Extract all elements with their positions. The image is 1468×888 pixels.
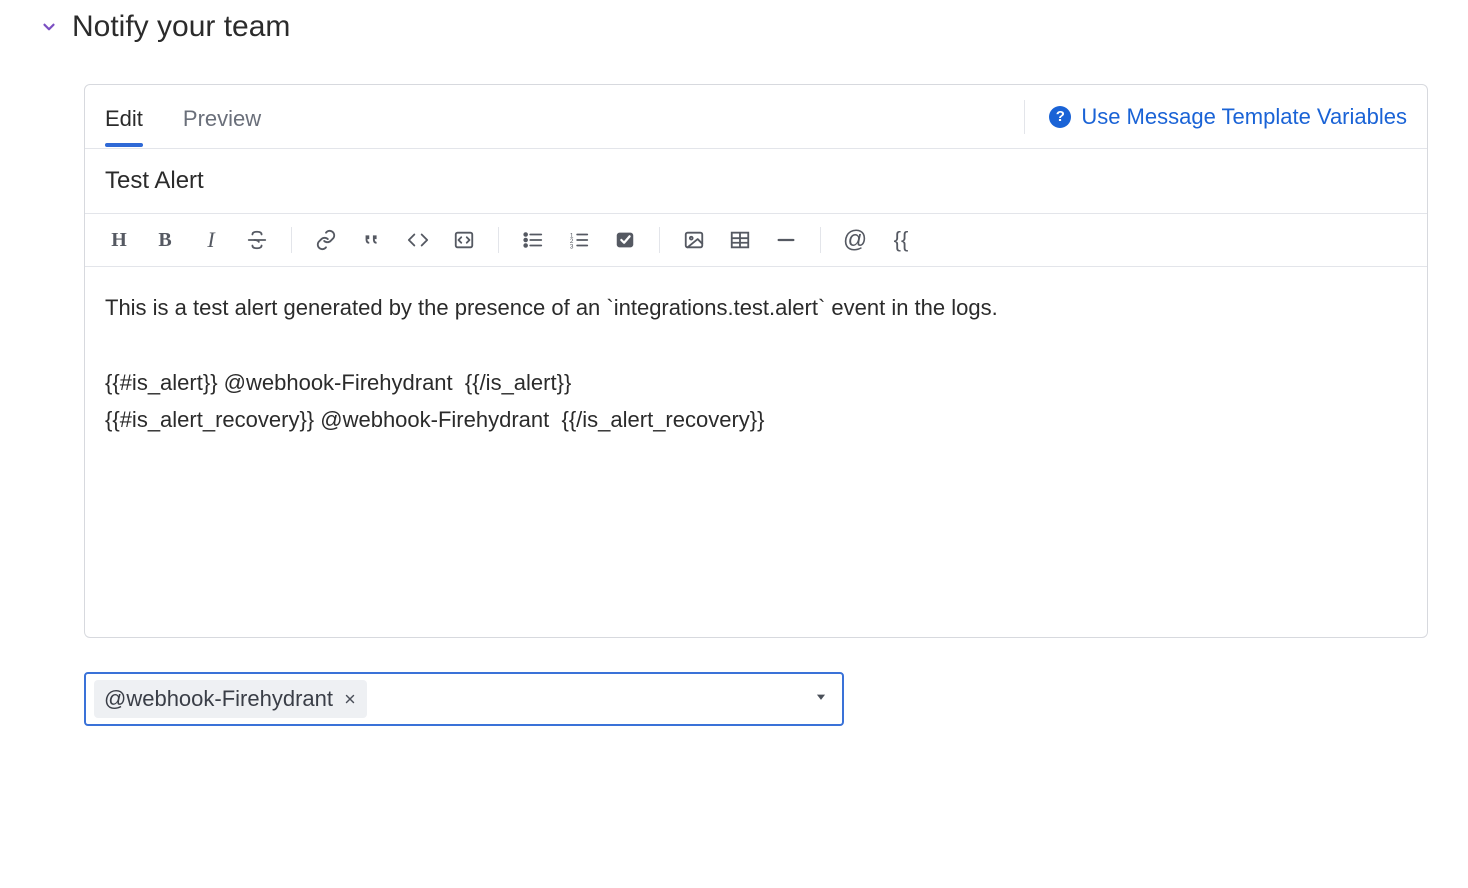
table-button[interactable] (726, 226, 754, 254)
bold-button[interactable]: B (151, 226, 179, 254)
horizontal-rule-button[interactable] (772, 226, 800, 254)
formatting-toolbar: H B I 123 (85, 214, 1427, 267)
ordered-list-button[interactable]: 123 (565, 226, 593, 254)
tab-edit[interactable]: Edit (105, 88, 143, 146)
tabs-row: Edit Preview ? Use Message Template Vari… (85, 85, 1427, 149)
template-variables-link[interactable]: ? Use Message Template Variables (1049, 104, 1407, 130)
recipient-chip: @webhook-Firehydrant (94, 680, 367, 718)
chevron-down-icon[interactable] (40, 18, 58, 36)
mention-button[interactable]: @ (841, 226, 869, 254)
tabs-divider (1024, 100, 1025, 134)
dropdown-caret-icon[interactable] (808, 690, 834, 709)
inline-code-button[interactable] (404, 226, 432, 254)
section-header: Notify your team (40, 10, 1428, 44)
code-block-button[interactable] (450, 226, 478, 254)
remove-chip-icon[interactable] (343, 692, 357, 706)
notify-recipients-select[interactable]: @webhook-Firehydrant (84, 672, 844, 726)
message-body-input[interactable]: This is a test alert generated by the pr… (85, 267, 1427, 637)
unordered-list-button[interactable] (519, 226, 547, 254)
template-variables-label: Use Message Template Variables (1081, 104, 1407, 130)
image-button[interactable] (680, 226, 708, 254)
quote-button[interactable] (358, 226, 386, 254)
heading-button[interactable]: H (105, 226, 133, 254)
tab-preview[interactable]: Preview (183, 88, 261, 146)
message-title-input[interactable] (85, 149, 1427, 214)
strikethrough-button[interactable] (243, 226, 271, 254)
template-braces-button[interactable]: {{ (887, 226, 915, 254)
task-list-button[interactable] (611, 226, 639, 254)
help-icon: ? (1049, 106, 1071, 128)
message-editor-card: Edit Preview ? Use Message Template Vari… (84, 84, 1428, 638)
italic-button[interactable]: I (197, 226, 225, 254)
recipient-chip-label: @webhook-Firehydrant (104, 686, 333, 712)
svg-text:3: 3 (570, 243, 574, 250)
link-button[interactable] (312, 226, 340, 254)
section-title: Notify your team (72, 10, 290, 44)
